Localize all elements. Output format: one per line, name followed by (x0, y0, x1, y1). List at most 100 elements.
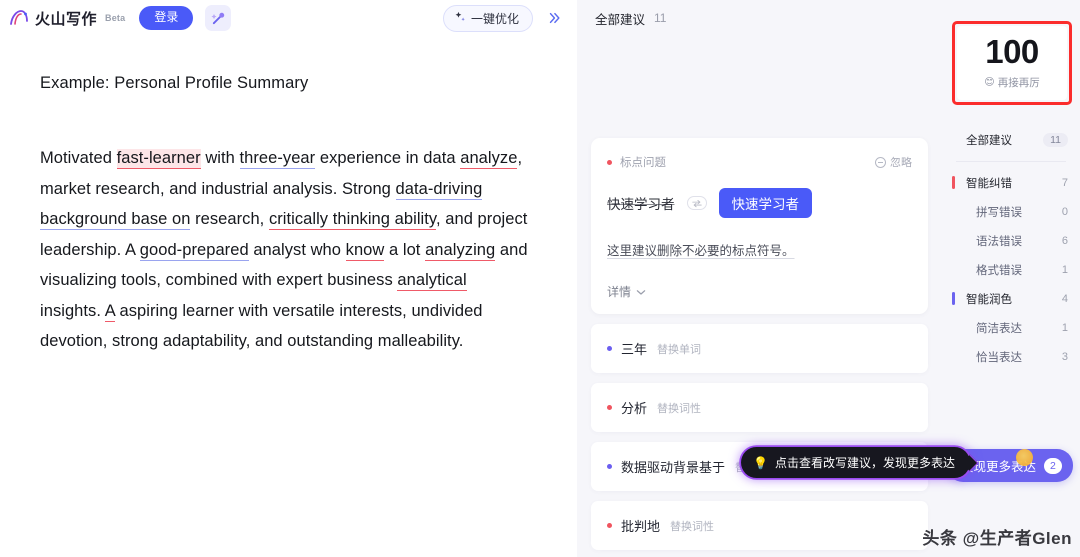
category-color-bar (952, 176, 955, 189)
suggestions-header-count: 11 (654, 11, 667, 25)
suggestion-card-active[interactable]: 标点问题 忽略 快速学习者 快速学习者 这里建议删除不必要的标点符号。 详情 (591, 138, 928, 314)
sidebar-item-count: 1 (1061, 263, 1068, 276)
original-text: 快速学习者 (607, 197, 675, 212)
flagged-text-19[interactable]: A (104, 301, 115, 322)
score-caption-label: 再接再厉 (997, 77, 1040, 89)
issue-type-dot-icon (607, 405, 612, 410)
text-run: research, (190, 210, 269, 228)
sidebar-item-0[interactable]: 全部建议 11 (942, 125, 1080, 154)
sidebar-item-4[interactable]: 格式错误 1 (942, 255, 1080, 284)
app-root: 火山写作 Beta 登录 一键优化 Example: Personal Prof… (0, 0, 1080, 557)
suggestion-detail-label: 详情 (607, 285, 632, 299)
sidebar-item-label: 智能润色 (966, 293, 1012, 306)
sidebar-item-count: 11 (1043, 132, 1068, 147)
document-editor[interactable]: Example: Personal Profile Summary Motiva… (0, 36, 577, 557)
sidebar-item-count: 1 (1061, 321, 1068, 334)
sidebar-item-1[interactable]: 智能纠错 7 (942, 168, 1080, 197)
volcano-logo-icon (8, 7, 30, 29)
brand-logo: 火山写作 Beta (8, 7, 125, 29)
document-title: Example: Personal Profile Summary (40, 74, 309, 92)
one-click-optimize-button[interactable]: 一键优化 (442, 4, 533, 32)
toolbar-right-group: 一键优化 (442, 4, 567, 32)
magic-wand-icon[interactable] (205, 5, 232, 31)
sidebar-item-label: 智能纠错 (966, 177, 1012, 190)
sparkle-icon (454, 11, 466, 26)
suggestion-description: 这里建议删除不必要的标点符号。 (607, 244, 795, 258)
flagged-text-15[interactable]: analyzing (425, 240, 496, 261)
suggestion-items-container: 三年替换单词分析替换词性数据驱动背景基于替换...批判地替换词性 (591, 324, 928, 550)
beta-tag: Beta (105, 13, 126, 23)
sidebar-divider (956, 161, 1066, 162)
brand-name: 火山写作 (35, 10, 98, 28)
text-run: a lot (384, 240, 426, 259)
sidebar-item-3[interactable]: 语法错误 6 (942, 226, 1080, 255)
suggestion-kind: 替换词性 (657, 402, 702, 415)
flagged-text-3[interactable]: three-year (239, 149, 316, 169)
flagged-text-1[interactable]: fast-learner (116, 149, 201, 169)
sidebar-item-label: 恰当表达 (976, 351, 1022, 364)
issue-type-dot-icon (607, 346, 612, 351)
score-caption: 😊 再接再厉 (957, 75, 1067, 90)
sidebar-item-label: 语法错误 (976, 235, 1022, 248)
sidebar-item-label: 格式错误 (976, 264, 1022, 277)
suggestion-kind: 替换词性 (670, 520, 715, 533)
issue-type-dot-icon (607, 464, 612, 469)
sidebar-category-list: 全部建议 11 智能纠错 7 拼写错误 0 语法错误 6 格式错误 1 智能润色 4 简洁表达 1 恰当表达… (942, 125, 1080, 371)
flagged-text-17[interactable]: analytical (397, 271, 467, 291)
replacement-row: 快速学习者 快速学习者 (607, 188, 912, 218)
sidebar-item-count: 7 (1061, 176, 1068, 189)
watermark: 头条 @生产者Glen (922, 529, 1072, 548)
document-paragraph: Motivated fast-learner with three-year e… (40, 143, 529, 357)
sidebar-item-count: 6 (1061, 234, 1068, 247)
minus-circle-icon (875, 156, 886, 168)
suggestion-list-item[interactable]: 分析 替换词性 (591, 383, 928, 432)
suggestion-word: 分析 (621, 401, 648, 416)
one-click-optimize-label: 一键优化 (470, 11, 519, 26)
sidebar-item-label: 简洁表达 (976, 322, 1022, 335)
sidebar-item-7[interactable]: 恰当表达 3 (942, 342, 1080, 371)
sidebar-item-label: 全部建议 (966, 134, 1012, 147)
swap-arrows-icon (686, 196, 707, 210)
sidebar-item-count: 0 (1061, 205, 1068, 218)
discover-more-badge: 2 (1044, 457, 1062, 474)
ignore-button[interactable]: 忽略 (875, 154, 912, 170)
sidebar-item-label: 拼写错误 (976, 206, 1022, 219)
rewrite-hint-tooltip: 💡 点击查看改写建议，发现更多表达 (741, 447, 970, 478)
suggestion-kind: 替换单词 (657, 343, 702, 356)
text-run: with (200, 149, 240, 167)
suggestions-header: 全部建议 11 (577, 0, 942, 36)
score-highlight-box: 100 😊 再接再厉 (952, 21, 1072, 105)
suggestion-word: 三年 (621, 342, 648, 357)
flagged-text-5[interactable]: analyze (460, 149, 518, 169)
chevron-down-icon (636, 285, 646, 299)
sidebar-item-count: 4 (1061, 292, 1068, 305)
suggestions-list[interactable]: 标点问题 忽略 快速学习者 快速学习者 这里建议删除不必要的标点符号。 详情 三… (577, 36, 942, 557)
ignore-label: 忽略 (890, 157, 912, 169)
sidebar-item-6[interactable]: 简洁表达 1 (942, 313, 1080, 342)
text-run: analyst who (248, 240, 346, 259)
suggestion-list-item[interactable]: 三年 替换单词 (591, 324, 928, 373)
suggestion-detail-toggle[interactable]: 详情 (607, 283, 912, 300)
cursor-pointer-icon (1016, 449, 1033, 466)
suggestions-header-label: 全部建议 (595, 12, 646, 27)
sidebar-item-count: 3 (1061, 350, 1068, 363)
suggestion-word: 批判地 (621, 519, 661, 534)
collapse-panel-button[interactable] (541, 5, 567, 31)
smile-emoji-icon: 😊 (984, 77, 995, 88)
flagged-text-11[interactable]: good-prepared (139, 240, 249, 261)
suggestion-list-item[interactable]: 批判地 替换词性 (591, 501, 928, 550)
sidebar-item-5[interactable]: 智能润色 4 (942, 284, 1080, 313)
login-button[interactable]: 登录 (139, 6, 194, 30)
score-card: 100 😊 再接再厉 (957, 26, 1067, 100)
issue-type-dot-icon (607, 523, 612, 528)
text-run: experience in data (315, 149, 461, 167)
flagged-text-9[interactable]: critically thinking ability (268, 210, 436, 230)
issue-type-dot-icon (607, 159, 612, 165)
editor-column: 火山写作 Beta 登录 一键优化 Example: Personal Prof… (0, 0, 577, 557)
score-value: 100 (985, 33, 1039, 70)
sidebar-item-2[interactable]: 拼写错误 0 (942, 197, 1080, 226)
flagged-text-13[interactable]: know (345, 240, 385, 261)
apply-replacement-button[interactable]: 快速学习者 (718, 188, 812, 218)
top-toolbar: 火山写作 Beta 登录 一键优化 (0, 0, 577, 36)
suggestion-card-header: 标点问题 忽略 (607, 154, 912, 170)
